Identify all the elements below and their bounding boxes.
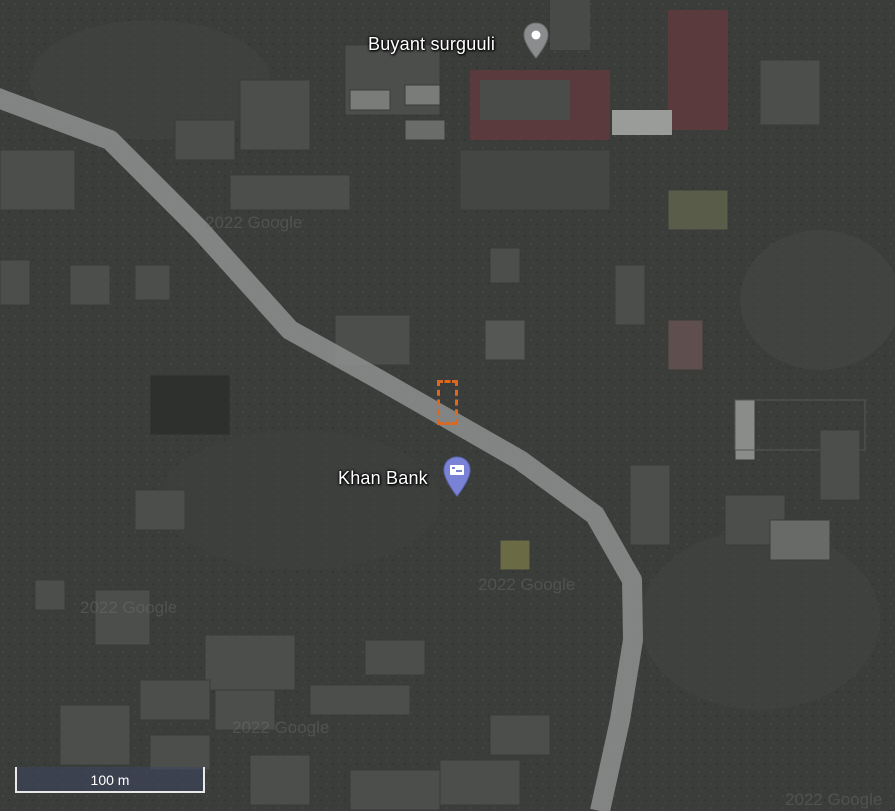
bank-pin-icon[interactable] [443, 456, 471, 503]
scale-bar: 100 m [15, 767, 205, 793]
school-pin-icon[interactable] [523, 22, 549, 65]
map-canvas[interactable]: 2022 Google 2022 Google 2022 Google 2022… [0, 0, 895, 811]
scale-bar-label: 100 m [90, 772, 130, 788]
selected-area-outline[interactable] [437, 380, 458, 425]
watermark: 2022 Google [232, 718, 330, 737]
watermark: 2022 Google [80, 598, 178, 617]
watermark: 2022 Google [205, 213, 303, 232]
poi-label-school[interactable]: Buyant surguuli [368, 34, 495, 55]
watermark: 2022 Google [785, 790, 883, 809]
watermark: 2022 Google [478, 575, 576, 594]
poi-label-bank[interactable]: Khan Bank [338, 468, 428, 489]
